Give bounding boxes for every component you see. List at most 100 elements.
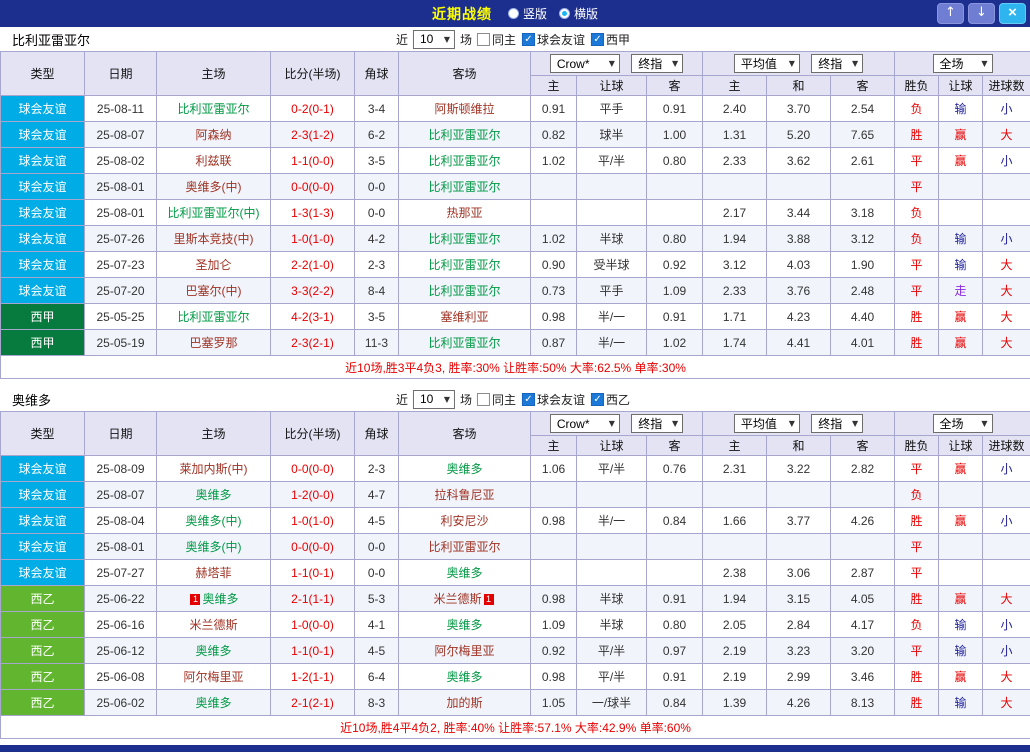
away-team-cell[interactable]: 比利亚雷亚尔 — [399, 252, 531, 278]
filter-checkbox-same-home[interactable]: 同主 — [477, 391, 516, 408]
home-team-cell[interactable]: 阿森纳 — [157, 122, 271, 148]
result-cell: 胜 — [895, 586, 939, 612]
radio-vertical-layout[interactable]: 竖版 — [508, 5, 547, 22]
scroll-up-button[interactable]: ↑ — [937, 3, 964, 24]
score-cell[interactable]: 1-1(0-1) — [271, 560, 355, 586]
home-team-cell[interactable]: 1奥维多 — [157, 586, 271, 612]
home-team-cell[interactable]: 米兰德斯 — [157, 612, 271, 638]
home-team-cell[interactable]: 奥维多(中) — [157, 508, 271, 534]
filter-checkbox-club-friendly[interactable]: ✓球会友谊 — [522, 391, 585, 408]
score-cell[interactable]: 3-3(2-2) — [271, 278, 355, 304]
score-cell[interactable]: 2-1(2-1) — [271, 690, 355, 716]
away-team-cell[interactable]: 阿斯顿维拉 — [399, 96, 531, 122]
away-team-cell[interactable]: 热那亚 — [399, 200, 531, 226]
score-cell[interactable]: 1-0(1-0) — [271, 226, 355, 252]
away-team-cell[interactable]: 塞维利亚 — [399, 304, 531, 330]
asia-away-odds-cell — [647, 174, 703, 200]
home-team-cell[interactable]: 赫塔菲 — [157, 560, 271, 586]
home-team-cell[interactable]: 巴塞尔(中) — [157, 278, 271, 304]
euro-average-select[interactable]: 平均值▼ — [734, 54, 800, 73]
score-cell[interactable]: 0-0(0-0) — [271, 456, 355, 482]
home-team-cell[interactable]: 巴塞罗那 — [157, 330, 271, 356]
dropdown-arrow-icon: ▼ — [609, 59, 615, 68]
team-name: 比利亚雷亚尔 — [428, 232, 500, 246]
away-team-cell[interactable]: 奥维多 — [399, 664, 531, 690]
radio-horizontal-layout[interactable]: 横版 — [559, 5, 598, 22]
scope-select[interactable]: 全场▼ — [933, 54, 993, 73]
home-team-cell[interactable]: 里斯本竞技(中) — [157, 226, 271, 252]
match-count-select[interactable]: 10▼ — [413, 390, 455, 409]
filter-checkbox-laliga[interactable]: ✓西甲 — [591, 31, 630, 48]
away-team-cell[interactable]: 比利亚雷亚尔 — [399, 122, 531, 148]
competition-cell: 西甲 — [1, 304, 85, 330]
filter-checkbox-segunda[interactable]: ✓西乙 — [591, 391, 630, 408]
away-team-cell[interactable]: 拉科鲁尼亚 — [399, 482, 531, 508]
away-team-cell[interactable]: 利安尼沙 — [399, 508, 531, 534]
score-cell[interactable]: 0-2(0-1) — [271, 96, 355, 122]
filter-checkbox-same-home[interactable]: 同主 — [477, 31, 516, 48]
home-team-cell[interactable]: 比利亚雷亚尔(中) — [157, 200, 271, 226]
away-team-cell[interactable]: 比利亚雷亚尔 — [399, 174, 531, 200]
euro-average-select[interactable]: 平均值▼ — [734, 414, 800, 433]
away-team-cell[interactable]: 比利亚雷亚尔 — [399, 330, 531, 356]
team-name: 奥维多 — [446, 566, 482, 580]
filter-checkbox-club-friendly[interactable]: ✓球会友谊 — [522, 31, 585, 48]
match-count-select[interactable]: 10▼ — [413, 30, 455, 49]
home-team-cell[interactable]: 奥维多(中) — [157, 174, 271, 200]
away-team-cell[interactable]: 米兰德斯1 — [399, 586, 531, 612]
team-name: 加的斯 — [446, 696, 482, 710]
asia-handicap-cell: 球半 — [577, 122, 647, 148]
home-team-cell[interactable]: 阿尔梅里亚 — [157, 664, 271, 690]
score-cell[interactable]: 2-3(1-2) — [271, 122, 355, 148]
away-team-cell[interactable]: 奥维多 — [399, 456, 531, 482]
euro-away-odds-cell: 8.13 — [831, 690, 895, 716]
home-team-cell[interactable]: 比利亚雷亚尔 — [157, 304, 271, 330]
away-team-cell[interactable]: 奥维多 — [399, 560, 531, 586]
asia-away-odds-cell — [647, 560, 703, 586]
scope-select[interactable]: 全场▼ — [933, 414, 993, 433]
asia-odds-source-select[interactable]: Crow*▼ — [550, 54, 620, 73]
away-team-cell[interactable]: 比利亚雷亚尔 — [399, 226, 531, 252]
score-cell[interactable]: 2-3(2-1) — [271, 330, 355, 356]
close-button[interactable]: × — [999, 3, 1026, 24]
asia-home-odds-cell: 0.73 — [531, 278, 577, 304]
away-team-cell[interactable]: 比利亚雷亚尔 — [399, 278, 531, 304]
score-cell[interactable]: 2-2(1-0) — [271, 252, 355, 278]
away-team-cell[interactable]: 奥维多 — [399, 612, 531, 638]
euro-draw-odds-cell: 3.88 — [767, 226, 831, 252]
home-team-cell[interactable]: 奥维多(中) — [157, 534, 271, 560]
score-cell[interactable]: 0-0(0-0) — [271, 534, 355, 560]
euro-final-index-select[interactable]: 终指▼ — [811, 414, 863, 433]
home-team-cell[interactable]: 比利亚雷亚尔 — [157, 96, 271, 122]
score-cell[interactable]: 1-1(0-0) — [271, 148, 355, 174]
score-cell[interactable]: 1-1(0-1) — [271, 638, 355, 664]
home-team-cell[interactable]: 圣加仑 — [157, 252, 271, 278]
home-team-cell[interactable]: 奥维多 — [157, 482, 271, 508]
asia-final-index-select[interactable]: 终指▼ — [631, 414, 683, 433]
team-name: 比利亚雷亚尔 — [428, 540, 500, 554]
score-cell[interactable]: 4-2(3-1) — [271, 304, 355, 330]
score-cell[interactable]: 1-0(1-0) — [271, 508, 355, 534]
asia-final-index-select[interactable]: 终指▼ — [631, 54, 683, 73]
asia-home-odds-cell: 1.02 — [531, 148, 577, 174]
score-cell[interactable]: 1-0(0-0) — [271, 612, 355, 638]
home-team-cell[interactable]: 莱加内斯(中) — [157, 456, 271, 482]
score-cell[interactable]: 2-1(1-1) — [271, 586, 355, 612]
score-cell[interactable]: 0-0(0-0) — [271, 174, 355, 200]
away-team-cell[interactable]: 比利亚雷亚尔 — [399, 534, 531, 560]
away-team-cell[interactable]: 阿尔梅里亚 — [399, 638, 531, 664]
away-team-cell[interactable]: 比利亚雷亚尔 — [399, 148, 531, 174]
scroll-down-button[interactable]: ↓ — [968, 3, 995, 24]
home-team-cell[interactable]: 奥维多 — [157, 638, 271, 664]
score-cell[interactable]: 1-3(1-3) — [271, 200, 355, 226]
competition-cell: 西乙 — [1, 638, 85, 664]
away-team-cell[interactable]: 加的斯 — [399, 690, 531, 716]
col-handicap-result: 让球 — [939, 76, 983, 96]
home-team-cell[interactable]: 利兹联 — [157, 148, 271, 174]
asia-away-odds-cell — [647, 482, 703, 508]
score-cell[interactable]: 1-2(0-0) — [271, 482, 355, 508]
score-cell[interactable]: 1-2(1-1) — [271, 664, 355, 690]
home-team-cell[interactable]: 奥维多 — [157, 690, 271, 716]
asia-odds-source-select[interactable]: Crow*▼ — [550, 414, 620, 433]
euro-final-index-select[interactable]: 终指▼ — [811, 54, 863, 73]
